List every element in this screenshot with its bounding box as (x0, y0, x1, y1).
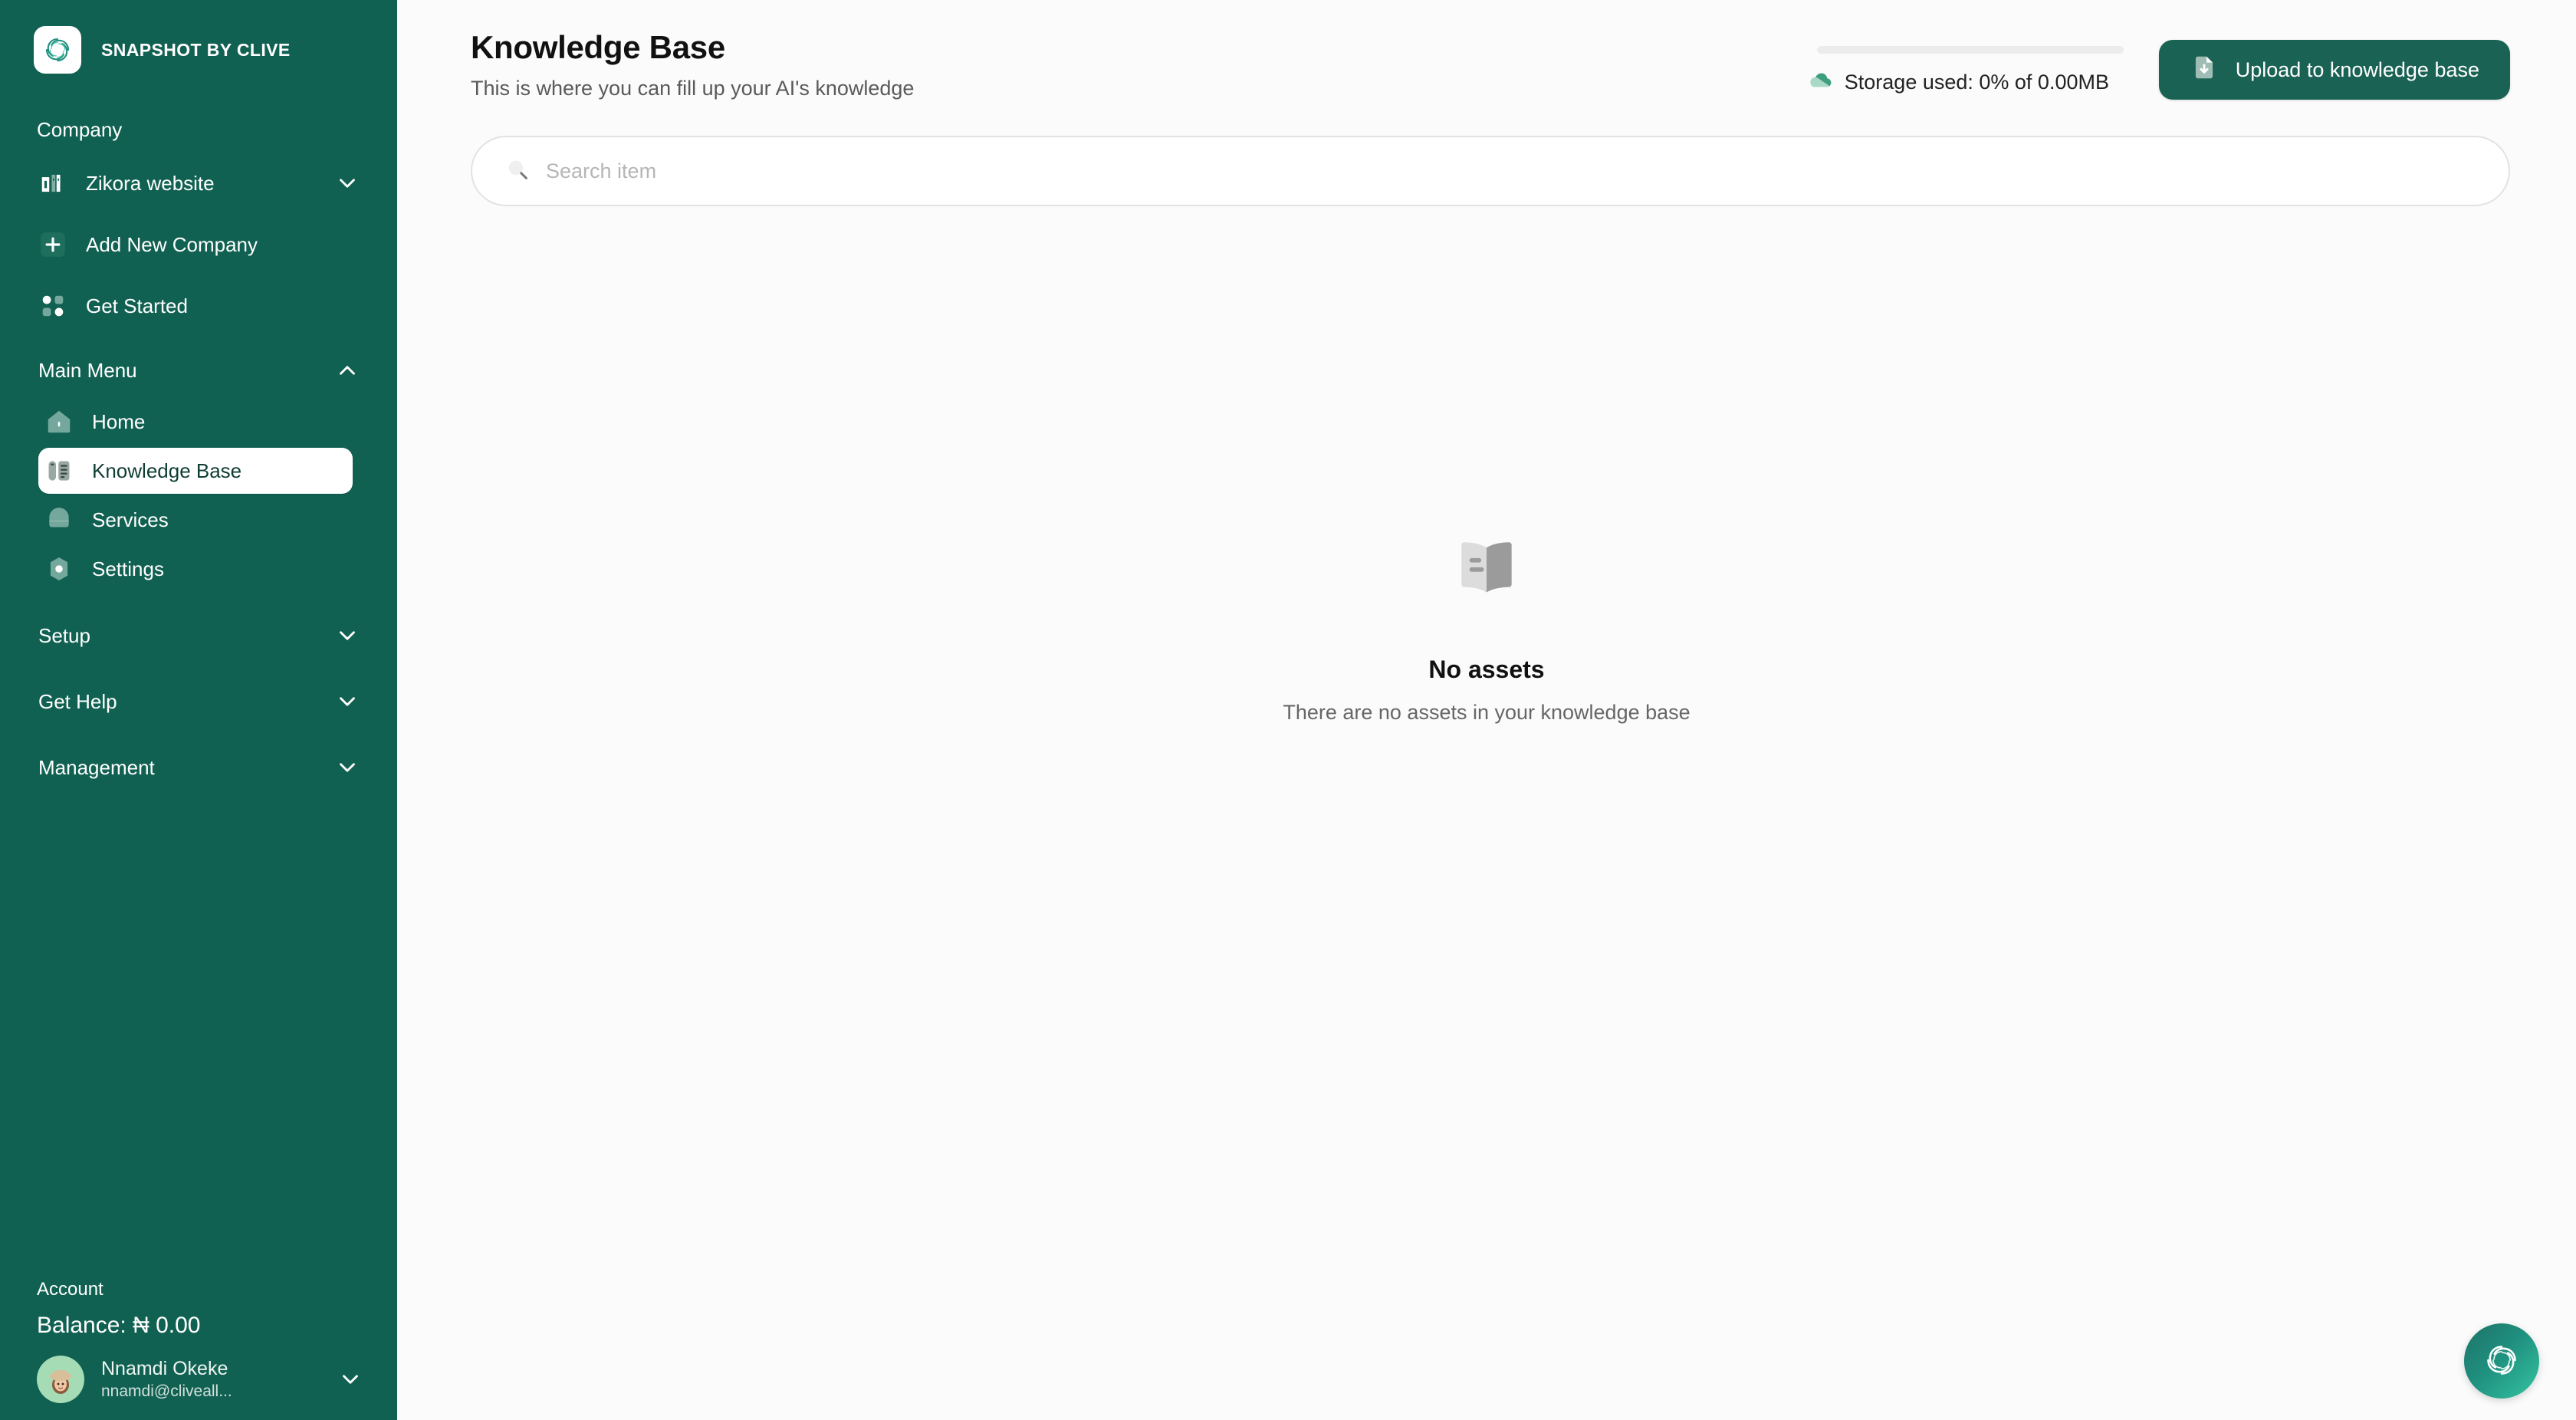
sidebar-section-get-help[interactable]: Get Help (38, 679, 360, 724)
chevron-down-icon[interactable] (337, 1366, 363, 1392)
sidebar-item-knowledge-base[interactable]: Knowledge Base (38, 448, 353, 494)
sidebar-section-get-help-label: Get Help (38, 689, 117, 713)
swirl-logo-icon (2480, 1339, 2523, 1384)
sidebar-item-add-new-company[interactable]: Add New Company (38, 222, 360, 267)
storage-row: Storage used: 0% of 0.00MB (1808, 67, 2122, 97)
sidebar-section-company: Company (0, 109, 397, 150)
sidebar-item-settings-label: Settings (92, 557, 164, 580)
header-actions: Storage used: 0% of 0.00MB Upload to kno… (1808, 29, 2510, 100)
page-subtitle: This is where you can fill up your AI's … (471, 77, 915, 100)
chevron-down-icon[interactable] (334, 170, 360, 196)
settings-icon (44, 554, 74, 583)
account-title: Account (37, 1279, 104, 1300)
sidebar-item-home[interactable]: Home (38, 399, 353, 445)
brand-name: SNAPSHOT BY CLIVE (101, 39, 291, 60)
empty-state-subtitle: There are no assets in your knowledge ba… (1283, 701, 1691, 724)
knowledge-base-icon (44, 456, 74, 485)
sidebar-section-management[interactable]: Management (38, 745, 360, 790)
sidebar-item-services[interactable]: Services (38, 497, 353, 543)
swirl-logo-icon (34, 26, 81, 74)
account-balance: Balance: ₦ 0.00 (37, 1313, 201, 1338)
empty-state: No assets There are no assets in your kn… (397, 529, 2576, 725)
company-building-icon (38, 169, 67, 198)
app-root: SNAPSHOT BY CLIVE Company Zikora website (0, 0, 2576, 1420)
sidebar-item-get-started[interactable]: Get Started (38, 284, 360, 328)
account-user-meta: Nnamdi Okeke nnamdi@cliveall... (101, 1357, 320, 1402)
sidebar-section-main-menu-label: Main Menu (38, 358, 137, 382)
upload-to-knowledge-base-button[interactable]: Upload to knowledge base (2158, 40, 2510, 100)
sidebar-item-settings[interactable]: Settings (38, 546, 353, 592)
sidebar-section-setup[interactable]: Setup (38, 613, 360, 658)
upload-button-label: Upload to knowledge base (2235, 58, 2479, 81)
storage-progress-bar (1816, 45, 2124, 54)
file-upload-icon (2190, 53, 2219, 87)
sidebar-section-main-menu[interactable]: Main Menu (38, 348, 360, 393)
sidebar-section-management-label: Management (38, 755, 155, 779)
account-user-name: Nnamdi Okeke (101, 1358, 228, 1380)
chevron-down-icon[interactable] (334, 689, 360, 715)
search-box[interactable] (471, 136, 2510, 206)
plus-icon (38, 230, 67, 259)
sidebar: SNAPSHOT BY CLIVE Company Zikora website (0, 0, 397, 1420)
sidebar-item-services-label: Services (92, 508, 169, 531)
open-book-icon (1444, 529, 1529, 617)
sidebar-item-zikora-website[interactable]: Zikora website (38, 161, 360, 205)
page-header-text: Knowledge Base This is where you can fil… (471, 29, 914, 100)
storage-indicator: Storage used: 0% of 0.00MB (1808, 43, 2124, 97)
sidebar-item-get-started-label: Get Started (86, 294, 188, 317)
sidebar-item-home-label: Home (92, 409, 146, 433)
services-icon (44, 505, 74, 534)
home-icon (44, 407, 74, 436)
brand[interactable]: SNAPSHOT BY CLIVE (0, 0, 397, 74)
search-area (397, 136, 2576, 206)
sidebar-item-zikora-website-label: Zikora website (86, 171, 215, 195)
page-header: Knowledge Base This is where you can fil… (397, 0, 2576, 100)
cloud-icon (1808, 67, 1834, 97)
account-user[interactable]: Nnamdi Okeke nnamdi@cliveall... (37, 1356, 397, 1403)
search-icon (504, 156, 531, 186)
chevron-down-icon[interactable] (334, 754, 360, 781)
sidebar-section-setup-label: Setup (38, 623, 90, 647)
account-block: Account Balance: ₦ 0.00 Nnamdi Okeke nna… (0, 1279, 397, 1420)
avatar (37, 1356, 84, 1403)
assistant-fab-button[interactable] (2464, 1323, 2539, 1399)
page-title: Knowledge Base (471, 29, 725, 65)
sidebar-item-add-new-company-label: Add New Company (86, 232, 258, 256)
empty-state-title: No assets (1428, 656, 1545, 683)
chevron-down-icon[interactable] (334, 623, 360, 649)
storage-text: Storage used: 0% of 0.00MB (1844, 70, 2109, 94)
chevron-up-icon[interactable] (334, 357, 360, 383)
search-input[interactable] (546, 159, 2476, 183)
account-user-email: nnamdi@cliveall... (101, 1382, 232, 1400)
sidebar-item-knowledge-base-label: Knowledge Base (92, 459, 242, 482)
sidebar-section-company-label: Company (37, 117, 123, 141)
grid-dots-icon (38, 291, 67, 320)
main-content: Knowledge Base This is where you can fil… (397, 0, 2576, 1420)
